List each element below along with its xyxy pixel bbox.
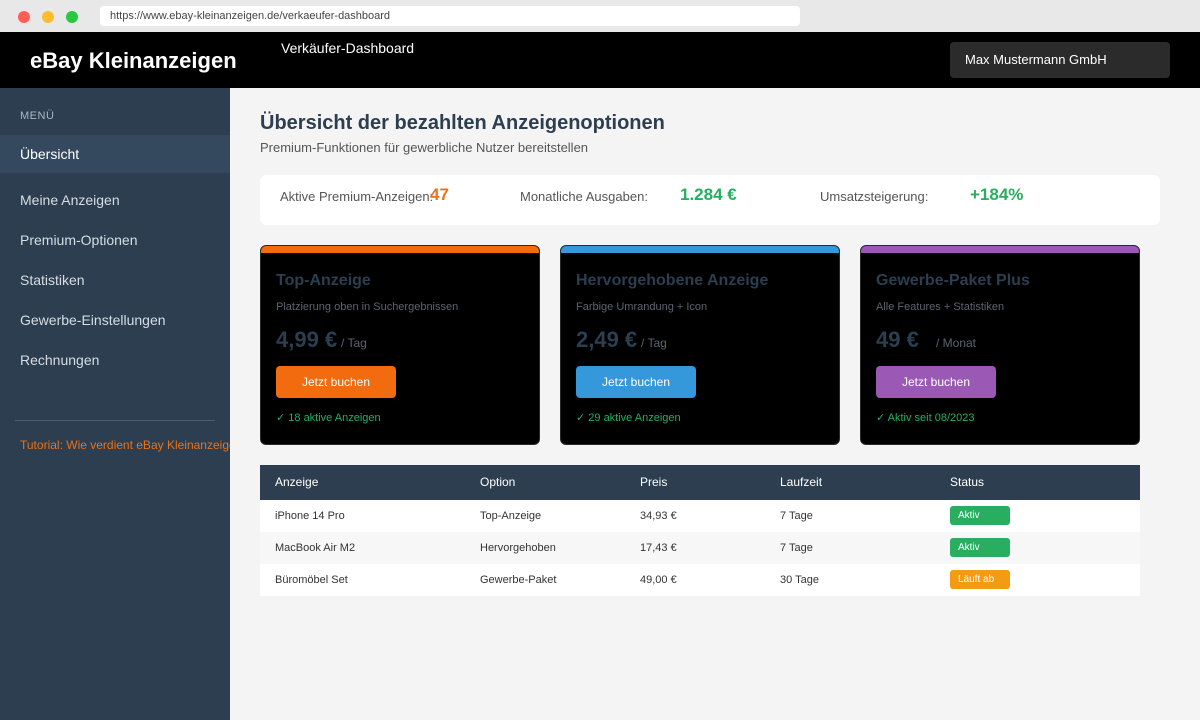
top-header: eBay Kleinanzeigen Verkäufer-Dashboard M… xyxy=(0,32,1200,88)
cell-anzeige: iPhone 14 Pro xyxy=(275,510,345,522)
cell-preis: 49,00 € xyxy=(640,574,677,586)
page-label: Verkäufer-Dashboard xyxy=(281,40,415,56)
table-row[interactable]: MacBook Air M2 Hervorgehoben 17,43 € 7 T… xyxy=(260,532,1140,564)
card-status: ✓ 29 aktive Anzeigen xyxy=(576,412,681,424)
card-price: 2,49 € xyxy=(576,327,638,352)
main-content: Übersicht der bezahlten Anzeigenoptionen… xyxy=(230,88,1200,720)
sidebar-item-meine-anzeigen[interactable]: Meine Anzeigen xyxy=(0,181,230,219)
column-header-anzeige[interactable]: Anzeige xyxy=(275,465,318,500)
page-title: Übersicht der bezahlten Anzeigenoptionen xyxy=(260,112,665,134)
cell-laufzeit: 30 Tage xyxy=(780,574,819,586)
column-header-option[interactable]: Option xyxy=(480,465,515,500)
cell-option: Gewerbe-Paket xyxy=(480,574,557,586)
sidebar-item-gewerbe-einstellungen[interactable]: Gewerbe-Einstellungen xyxy=(0,301,230,339)
cell-anzeige: Büromöbel Set xyxy=(275,574,348,586)
card-accent-strip xyxy=(561,246,839,253)
card-status: ✓ 18 aktive Anzeigen xyxy=(276,412,381,424)
stats-bar: Aktive Premium-Anzeigen: 47 Monatliche A… xyxy=(260,175,1160,225)
card-title: Top-Anzeige xyxy=(276,272,371,289)
stat-label-revenue-growth: Umsatzsteigerung: xyxy=(820,189,929,204)
window-minimize-icon[interactable] xyxy=(42,11,54,23)
card-accent-strip xyxy=(861,246,1139,253)
cell-option: Hervorgehoben xyxy=(480,542,556,554)
page-subtitle: Premium-Funktionen für gewerbliche Nutze… xyxy=(260,140,589,155)
stat-value-revenue-growth: +184% xyxy=(970,185,1024,204)
book-top-anzeige-button[interactable]: Jetzt buchen xyxy=(276,366,396,398)
status-badge: Läuft ab xyxy=(950,570,1010,589)
sidebar: MENÜ Übersicht Meine Anzeigen Premium-Op… xyxy=(0,88,230,720)
column-header-status[interactable]: Status xyxy=(950,465,984,500)
cell-option: Top-Anzeige xyxy=(480,510,542,522)
cell-laufzeit: 7 Tage xyxy=(780,542,813,554)
sidebar-item-premium-optionen[interactable]: Premium-Optionen xyxy=(0,221,230,259)
cell-anzeige: MacBook Air M2 xyxy=(275,542,356,554)
stat-label-active-ads: Aktive Premium-Anzeigen: xyxy=(280,189,434,204)
sidebar-item-rechnungen[interactable]: Rechnungen xyxy=(0,341,230,379)
card-price: 4,99 € xyxy=(276,327,338,352)
card-accent-strip xyxy=(261,246,539,253)
card-price-unit: / Monat xyxy=(936,336,977,350)
address-bar[interactable]: https://www.ebay-kleinanzeigen.de/verkae… xyxy=(100,6,800,26)
cell-preis: 34,93 € xyxy=(640,510,677,522)
browser-chrome: https://www.ebay-kleinanzeigen.de/verkae… xyxy=(0,0,1200,32)
card-title: Gewerbe-Paket Plus xyxy=(876,272,1030,289)
status-badge: Aktiv xyxy=(950,538,1010,557)
tutorial-link[interactable]: Tutorial: Wie verdient eBay Kleinanzeige… xyxy=(20,438,230,452)
cell-laufzeit: 7 Tage xyxy=(780,510,813,522)
stat-label-monthly-spend: Monatliche Ausgaben: xyxy=(520,189,648,204)
card-description: Alle Features + Statistiken xyxy=(876,301,1005,313)
card-description: Platzierung oben in Suchergebnissen xyxy=(276,301,459,313)
column-header-preis[interactable]: Preis xyxy=(640,465,667,500)
window-close-icon[interactable] xyxy=(18,11,30,23)
table-header: Anzeige Option Preis Laufzeit Status xyxy=(260,465,1140,500)
sidebar-item-uebersicht[interactable]: Übersicht xyxy=(0,135,230,173)
option-card-hervorgehobene-anzeige: Hervorgehobene Anzeige Farbige Umrandung… xyxy=(560,245,840,445)
stat-value-active-ads: 47 xyxy=(430,185,449,204)
book-hervorgehobene-anzeige-button[interactable]: Jetzt buchen xyxy=(576,366,696,398)
bookings-table: Anzeige Option Preis Laufzeit Status iPh… xyxy=(260,465,1140,596)
card-title: Hervorgehobene Anzeige xyxy=(576,272,769,289)
book-gewerbe-paket-plus-button[interactable]: Jetzt buchen xyxy=(876,366,996,398)
cell-preis: 17,43 € xyxy=(640,542,677,554)
account-button[interactable]: Max Mustermann GmbH xyxy=(950,42,1170,78)
table-row[interactable]: Büromöbel Set Gewerbe-Paket 49,00 € 30 T… xyxy=(260,564,1140,596)
sidebar-item-statistiken[interactable]: Statistiken xyxy=(0,261,230,299)
card-description: Farbige Umrandung + Icon xyxy=(576,301,708,313)
menu-heading: MENÜ xyxy=(20,110,55,122)
sidebar-divider xyxy=(15,420,215,421)
option-card-top-anzeige: Top-Anzeige Platzierung oben in Sucherge… xyxy=(260,245,540,445)
card-price-unit: / Tag xyxy=(641,336,667,350)
column-header-laufzeit[interactable]: Laufzeit xyxy=(780,465,822,500)
card-price: 49 € xyxy=(876,327,919,352)
window-maximize-icon[interactable] xyxy=(66,11,78,23)
card-status: ✓ Aktiv seit 08/2023 xyxy=(876,412,975,424)
option-card-gewerbe-paket-plus: Gewerbe-Paket Plus Alle Features + Stati… xyxy=(860,245,1140,445)
status-badge: Aktiv xyxy=(950,506,1010,525)
card-price-unit: / Tag xyxy=(341,336,367,350)
brand-logo[interactable]: eBay Kleinanzeigen xyxy=(30,48,237,74)
stat-value-monthly-spend: 1.284 € xyxy=(680,185,737,204)
table-row[interactable]: iPhone 14 Pro Top-Anzeige 34,93 € 7 Tage… xyxy=(260,500,1140,532)
